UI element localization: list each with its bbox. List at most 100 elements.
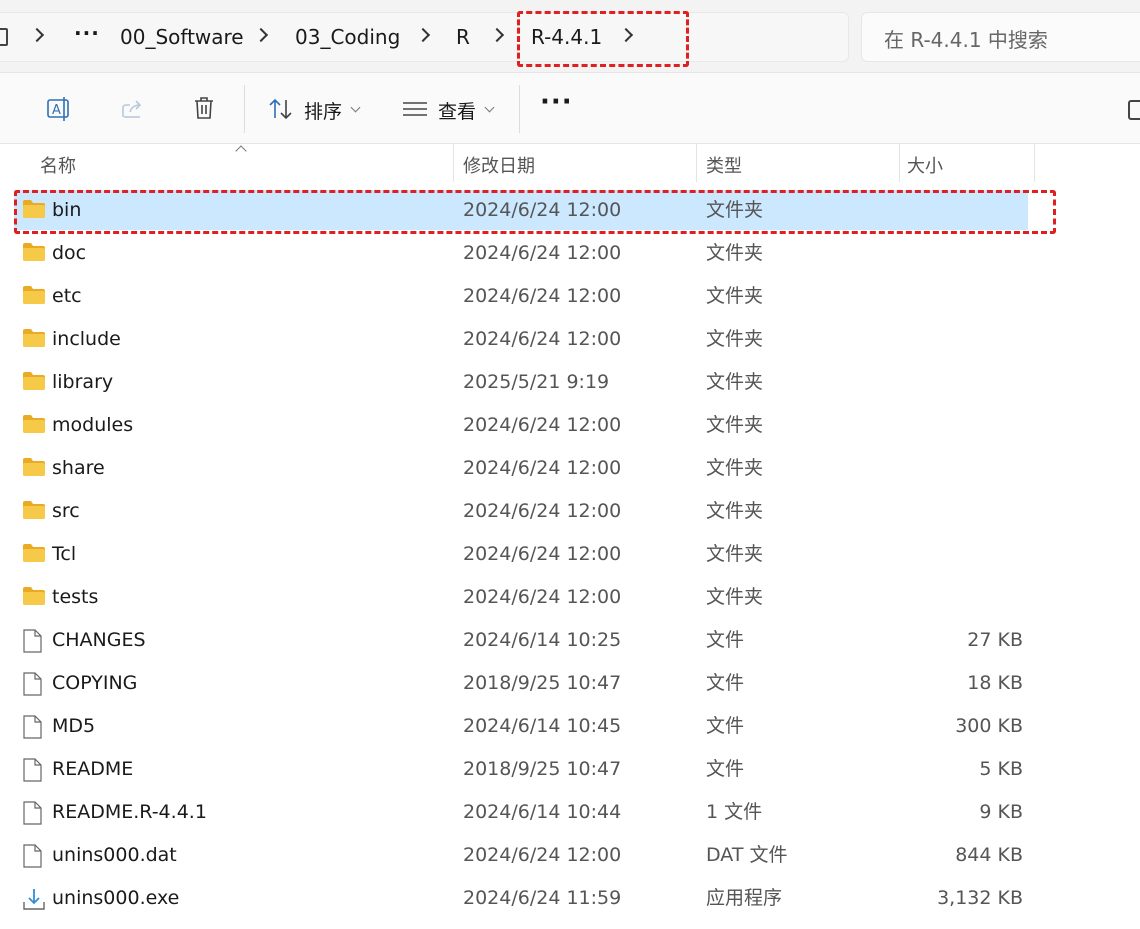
- file-row[interactable]: tests 2024/6/24 12:00 文件夹: [0, 576, 1140, 619]
- file-date: 2024/6/24 12:00: [463, 242, 622, 264]
- folder-icon: [22, 328, 46, 352]
- file-name[interactable]: tests: [52, 585, 98, 609]
- delete-icon[interactable]: [192, 95, 216, 121]
- column-divider[interactable]: [453, 144, 454, 182]
- file-size: 9 KB: [979, 801, 1023, 823]
- file-date: 2024/6/24 11:59: [463, 887, 622, 909]
- file-icon: [22, 715, 42, 743]
- toolbar-divider: [519, 85, 520, 133]
- folder-icon: [22, 543, 46, 567]
- folder-icon: [22, 457, 46, 481]
- file-name[interactable]: README: [52, 757, 133, 781]
- file-type: 1 文件: [706, 801, 763, 823]
- file-type: 文件夹: [706, 285, 764, 307]
- file-icon: [22, 801, 42, 829]
- file-name[interactable]: CHANGES: [52, 628, 146, 652]
- file-name[interactable]: doc: [52, 241, 86, 265]
- window-icon: [0, 28, 8, 46]
- file-name[interactable]: library: [52, 370, 113, 394]
- folder-icon: [22, 285, 46, 309]
- file-row[interactable]: etc 2024/6/24 12:00 文件夹: [0, 275, 1140, 318]
- file-type: 文件: [706, 629, 745, 651]
- file-name[interactable]: include: [52, 327, 121, 351]
- column-divider[interactable]: [1034, 144, 1035, 182]
- file-name[interactable]: unins000.dat: [52, 843, 177, 867]
- breadcrumb-overflow-button[interactable]: ···: [74, 21, 100, 45]
- address-bar-area: ··· 00_Software 03_Coding R R-4.4.1 在 R-…: [0, 0, 1140, 73]
- column-divider[interactable]: [696, 144, 697, 182]
- file-type: 文件: [706, 672, 745, 694]
- share-icon[interactable]: [120, 97, 146, 121]
- file-date: 2024/6/24 12:00: [463, 328, 622, 350]
- sort-button[interactable]: 排序: [304, 97, 342, 124]
- file-row[interactable]: MD5 2024/6/14 10:45 文件 300 KB: [0, 705, 1140, 748]
- breadcrumb-item-00-software[interactable]: 00_Software: [120, 23, 244, 51]
- rename-icon[interactable]: A: [46, 96, 72, 122]
- toolbar-divider: [244, 85, 245, 133]
- file-name[interactable]: README.R-4.4.1: [52, 800, 207, 824]
- file-row[interactable]: doc 2024/6/24 12:00 文件夹: [0, 232, 1140, 275]
- folder-icon: [22, 500, 46, 524]
- file-row[interactable]: modules 2024/6/24 12:00 文件夹: [0, 404, 1140, 447]
- folder-icon: [22, 586, 46, 610]
- column-header-row: 名称 修改日期 类型 大小: [0, 144, 1140, 182]
- file-row[interactable]: COPYING 2018/9/25 10:47 文件 18 KB: [0, 662, 1140, 705]
- file-name[interactable]: unins000.exe: [52, 886, 179, 910]
- chevron-down-icon[interactable]: [484, 102, 495, 113]
- file-name[interactable]: MD5: [52, 714, 95, 738]
- file-row[interactable]: share 2024/6/24 12:00 文件夹: [0, 447, 1140, 490]
- chevron-down-icon[interactable]: [350, 102, 361, 113]
- file-type: 文件夹: [706, 414, 764, 436]
- details-pane-icon[interactable]: [1128, 100, 1140, 120]
- file-size: 300 KB: [955, 715, 1023, 737]
- breadcrumb-item-r[interactable]: R: [456, 23, 470, 51]
- file-type: 文件夹: [706, 586, 764, 608]
- column-header-size[interactable]: 大小: [907, 152, 943, 178]
- file-name[interactable]: modules: [52, 413, 133, 437]
- file-type: 文件: [706, 715, 745, 737]
- file-type: DAT 文件: [706, 844, 788, 866]
- file-name[interactable]: src: [52, 499, 80, 523]
- file-name[interactable]: Tcl: [52, 542, 76, 566]
- file-name[interactable]: COPYING: [52, 671, 137, 695]
- file-date: 2024/6/24 12:00: [463, 543, 622, 565]
- folder-icon: [22, 242, 46, 266]
- file-date: 2024/6/14 10:45: [463, 715, 622, 737]
- file-date: 2024/6/24 12:00: [463, 414, 622, 436]
- file-icon: [22, 844, 42, 872]
- file-type: 文件夹: [706, 543, 764, 565]
- file-row[interactable]: Tcl 2024/6/24 12:00 文件夹: [0, 533, 1140, 576]
- column-divider[interactable]: [899, 144, 900, 182]
- view-button[interactable]: 查看: [438, 97, 476, 124]
- file-row[interactable]: README.R-4.4.1 2024/6/14 10:44 1 文件 9 KB: [0, 791, 1140, 834]
- command-bar: A 排序 查看 ···: [0, 73, 1140, 144]
- file-date: 2024/6/14 10:25: [463, 629, 622, 651]
- file-date: 2024/6/24 12:00: [463, 844, 622, 866]
- file-size: 5 KB: [979, 758, 1023, 780]
- file-row[interactable]: unins000.exe 2024/6/24 11:59 应用程序 3,132 KB: [0, 877, 1140, 920]
- file-name[interactable]: share: [52, 456, 105, 480]
- file-date: 2024/6/14 10:44: [463, 801, 622, 823]
- folder-icon: [22, 371, 46, 395]
- file-row[interactable]: src 2024/6/24 12:00 文件夹: [0, 490, 1140, 533]
- column-header-name[interactable]: 名称: [40, 152, 76, 178]
- breadcrumb-item-03-coding[interactable]: 03_Coding: [295, 23, 400, 51]
- file-row[interactable]: library 2025/5/21 9:19 文件夹: [0, 361, 1140, 404]
- column-header-date[interactable]: 修改日期: [463, 152, 535, 178]
- file-type: 文件夹: [706, 328, 764, 350]
- file-row[interactable]: unins000.dat 2024/6/24 12:00 DAT 文件 844 KB: [0, 834, 1140, 877]
- file-date: 2024/6/24 12:00: [463, 285, 622, 307]
- view-icon[interactable]: [402, 101, 428, 117]
- file-size: 18 KB: [967, 672, 1023, 694]
- file-icon: [22, 758, 42, 786]
- file-name[interactable]: etc: [52, 284, 82, 308]
- sort-icon[interactable]: [268, 97, 294, 121]
- more-options-button[interactable]: ···: [540, 87, 573, 117]
- file-row[interactable]: CHANGES 2024/6/14 10:25 文件 27 KB: [0, 619, 1140, 662]
- file-row[interactable]: README 2018/9/25 10:47 文件 5 KB: [0, 748, 1140, 791]
- file-type: 文件夹: [706, 457, 764, 479]
- search-box[interactable]: 在 R-4.4.1 中搜索: [861, 12, 1140, 62]
- file-type: 文件夹: [706, 500, 764, 522]
- file-row[interactable]: include 2024/6/24 12:00 文件夹: [0, 318, 1140, 361]
- column-header-type[interactable]: 类型: [706, 152, 742, 178]
